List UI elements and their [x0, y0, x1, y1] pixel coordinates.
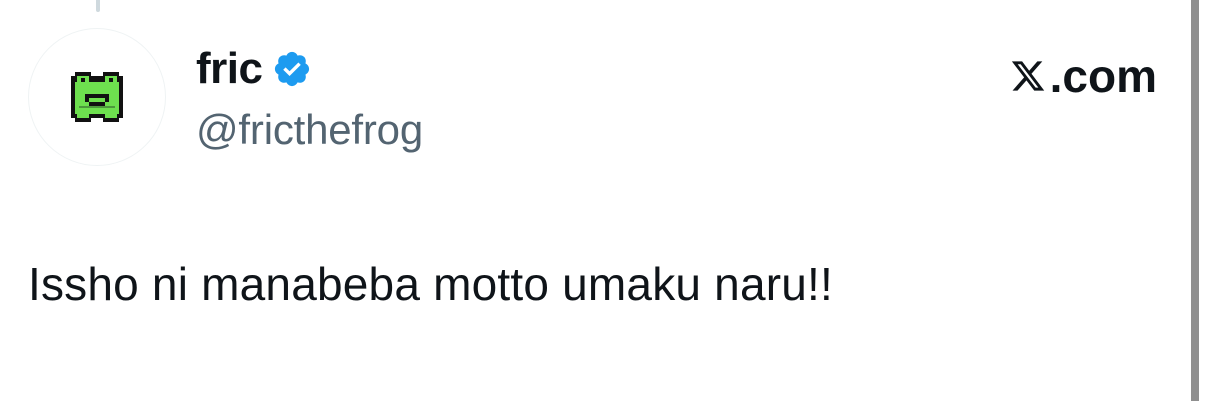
thread-connector-line: [96, 0, 100, 12]
post-text: Issho ni manabeba motto umaku naru!!: [28, 258, 833, 310]
x-logo-icon: [1011, 61, 1044, 91]
scrollbar-edge: [1191, 0, 1199, 401]
brand-watermark: .com: [1010, 48, 1157, 104]
author-handle[interactable]: @fricthefrog: [196, 104, 423, 156]
frog-icon: [71, 72, 123, 122]
display-name[interactable]: fric: [196, 42, 263, 96]
avatar[interactable]: [28, 28, 166, 166]
author-name-row[interactable]: fric: [196, 42, 312, 96]
brand-domain: .com: [1049, 50, 1157, 102]
verified-badge-icon: [275, 51, 310, 87]
